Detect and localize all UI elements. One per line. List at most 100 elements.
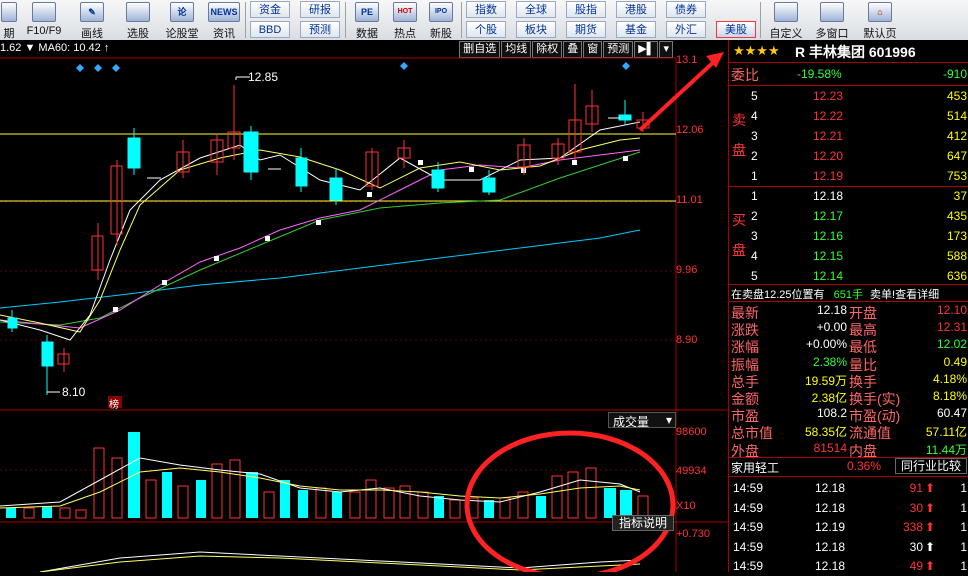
sell-level-row[interactable]: 4 12.22 514 — [729, 106, 968, 126]
research-button[interactable]: 研报 — [300, 1, 340, 18]
stat-row: 外盘 81514 内盘 11.44万 — [731, 440, 967, 459]
order-notice: 在卖盘12.25位置有 651手 卖单!查看详细 — [731, 289, 940, 301]
stat-row: 振幅 2.38% 量比 0.49 — [731, 354, 967, 373]
ma10-line — [0, 137, 641, 333]
fund-flow-button[interactable]: 资金 — [250, 1, 290, 18]
price-tick: 12.06 — [676, 124, 704, 136]
quote-panel: ★★★★ R 丰林集团 601996 委比 -19.58% -910 卖盘 51… — [728, 40, 968, 573]
forecast-button[interactable]: 预测 — [300, 21, 340, 38]
volume-tick: X10 — [676, 500, 696, 512]
hk-stocks-button[interactable]: 港股 — [616, 1, 656, 18]
select-stock-button[interactable]: 选股 — [118, 0, 158, 40]
industry-pct: 0.36% — [847, 459, 882, 473]
f10-button[interactable]: F10/F9 — [22, 0, 66, 40]
buy-level-row[interactable]: 1 12.18 37 — [729, 186, 968, 206]
futures-button[interactable]: 期货 — [566, 21, 606, 38]
funds-button[interactable]: 基金 — [616, 21, 656, 38]
arrow-up-icon: ⬆ — [925, 520, 936, 534]
indicator-help-button[interactable]: 指标说明 — [612, 515, 674, 531]
arrow-up-icon: ⬆ — [925, 539, 936, 554]
price-tick: 8.90 — [676, 334, 698, 346]
select-stock-icon — [126, 2, 150, 22]
ipo-button[interactable]: IPO 新股 — [424, 0, 458, 40]
data-button[interactable]: PE 数据 — [350, 0, 384, 40]
sell-level-row[interactable]: 1 12.19 753 — [729, 166, 968, 186]
price-tick: 9.96 — [676, 264, 698, 276]
tick-marker: 1 — [960, 500, 967, 515]
candles — [7, 84, 650, 395]
tick-marker: 1 — [960, 559, 967, 573]
main-toolbar: 期 F10/F9 ✎ 画线 选股 论 论股堂 NEWS 资讯 资金 研报 BBD… — [0, 0, 968, 41]
low-price-label: 8.10 — [62, 385, 86, 399]
rating-stars: ★★★★ — [733, 43, 780, 58]
tick-row: 14:59 12.18 30 ⬆ 1 — [733, 539, 967, 554]
volume-tick: 98600 — [676, 426, 707, 438]
ipo-icon: IPO — [429, 2, 453, 22]
sector-button[interactable]: 板块 — [516, 21, 556, 38]
stock-index-futures-button[interactable]: 股指 — [566, 1, 606, 18]
toolbar-separator — [760, 2, 761, 38]
volume-selector[interactable]: 成交量 ▾ — [608, 412, 676, 429]
buy-level-row[interactable]: 5 12.14 636 — [729, 266, 968, 286]
buy-level-row[interactable]: 2 12.17 435 — [729, 206, 968, 226]
pen-icon: ✎ — [80, 2, 104, 22]
buy-level-row[interactable]: 3 12.16 173 — [729, 226, 968, 246]
global-button[interactable]: 全球 — [516, 1, 556, 18]
bang-badge[interactable]: 榜 — [109, 396, 119, 411]
tick-marker: 1 — [960, 520, 967, 534]
news-icon: NEWS — [208, 2, 240, 22]
calendar-icon — [1, 2, 17, 22]
chevron-down-icon: ▾ — [665, 413, 672, 427]
stat-row: 金额 2.38亿 换手(实) 8.18% — [731, 389, 967, 407]
draw-line-button[interactable]: ✎ 画线 — [74, 0, 110, 40]
event-markers — [76, 62, 630, 72]
stat-row: 涨跌 +0.00 最高 12.31 — [731, 320, 967, 339]
stat-row: 市盈 108.2 市盈(动) 60.47 — [731, 406, 967, 425]
toolbar-separator — [345, 2, 346, 38]
default-page-button[interactable]: ⌂ 默认页 — [858, 0, 902, 40]
home-icon: ⌂ — [868, 2, 892, 22]
arrow-up-icon: ⬆ — [925, 559, 936, 573]
hot-icon: HOT — [393, 2, 417, 22]
bbd-button[interactable]: BBD — [250, 21, 290, 38]
stock-title: R 丰林集团 601996 — [795, 44, 916, 60]
stat-row: 总手 19.59万 换手 4.18% — [731, 371, 967, 390]
annotation-circle — [464, 430, 676, 572]
kline-chart-area[interactable]: 1.62 ▼ MA60: 10.42 ↑ 删自选 均线 除权 叠 窗 预测 ▶▌… — [0, 40, 728, 572]
stat-row: 总市值 58.35亿 流通值 57.11亿 — [731, 425, 967, 442]
hot-button[interactable]: HOT 热点 — [388, 0, 422, 40]
weibi-row: 委比 -19.58% -910 — [731, 67, 967, 83]
news-button[interactable]: NEWS 资讯 — [206, 0, 242, 40]
sell-level-row[interactable]: 5 12.23 453 — [729, 86, 968, 106]
tick-row: 14:59 12.18 91 ⬆ 1 — [733, 481, 967, 495]
sell-level-row[interactable]: 2 12.20 647 — [729, 146, 968, 166]
industry-compare-button[interactable]: 同行业比较 — [895, 458, 967, 474]
stat-row: 最新 12.18 开盘 12.10 — [731, 303, 967, 321]
us-stocks-button[interactable]: 美股 — [716, 21, 756, 38]
annotation-arrow — [638, 56, 720, 132]
individual-stock-button[interactable]: 个股 — [466, 21, 506, 38]
ma60-line — [0, 229, 641, 309]
tick-marker: 1 — [960, 481, 967, 495]
ma20-line — [0, 149, 641, 329]
industry-name[interactable]: 家用轻工 — [731, 459, 779, 476]
kline-svg — [0, 52, 728, 572]
f10-icon — [32, 2, 56, 22]
price-tick: 11.01 — [676, 194, 703, 206]
forum-button[interactable]: 论 论股堂 — [160, 0, 204, 40]
toolbar-separator — [461, 2, 462, 38]
multi-window-button[interactable]: 多窗口 — [810, 0, 854, 40]
index-button[interactable]: 指数 — [466, 1, 506, 18]
bonds-button[interactable]: 债券 — [666, 1, 706, 18]
custom-button[interactable]: 自定义 — [766, 0, 806, 40]
forex-button[interactable]: 外汇 — [666, 21, 706, 38]
notice-detail-link[interactable]: 卖单!查看详细 — [870, 289, 939, 301]
sell-level-row[interactable]: 3 12.21 412 — [729, 126, 968, 146]
tick-row: 14:59 12.18 49 ⬆ 1 — [733, 559, 967, 573]
period-button[interactable]: 期 — [0, 0, 18, 40]
ma-markers — [113, 156, 628, 312]
toolbar-separator — [245, 2, 246, 38]
tick-row: 14:59 12.18 30 ⬆ 1 — [733, 500, 967, 515]
data-icon: PE — [355, 2, 379, 22]
buy-level-row[interactable]: 4 12.15 588 — [729, 246, 968, 266]
